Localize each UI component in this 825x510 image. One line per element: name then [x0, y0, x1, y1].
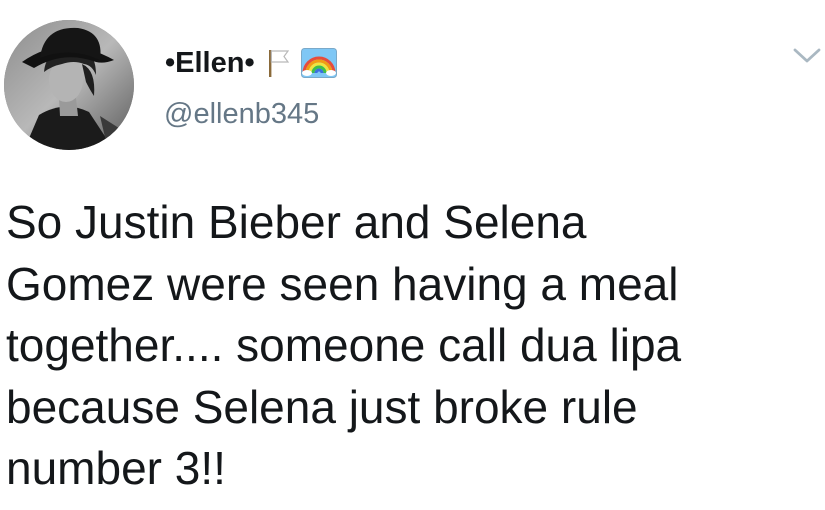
tweet-card: •Ellen• @ellenb345 So Justin Bieber and …: [0, 0, 825, 510]
user-handle[interactable]: @ellenb345: [164, 96, 319, 132]
display-name-row: •Ellen•: [165, 44, 337, 82]
avatar-image: [4, 20, 134, 150]
chevron-down-icon[interactable]: [792, 44, 822, 66]
avatar[interactable]: [4, 20, 134, 150]
rainbow-icon: [300, 48, 337, 78]
tweet-text: So Justin Bieber and Selena Gomez were s…: [6, 196, 682, 494]
white-flag-icon: [265, 48, 291, 78]
display-name[interactable]: •Ellen•: [165, 44, 255, 82]
